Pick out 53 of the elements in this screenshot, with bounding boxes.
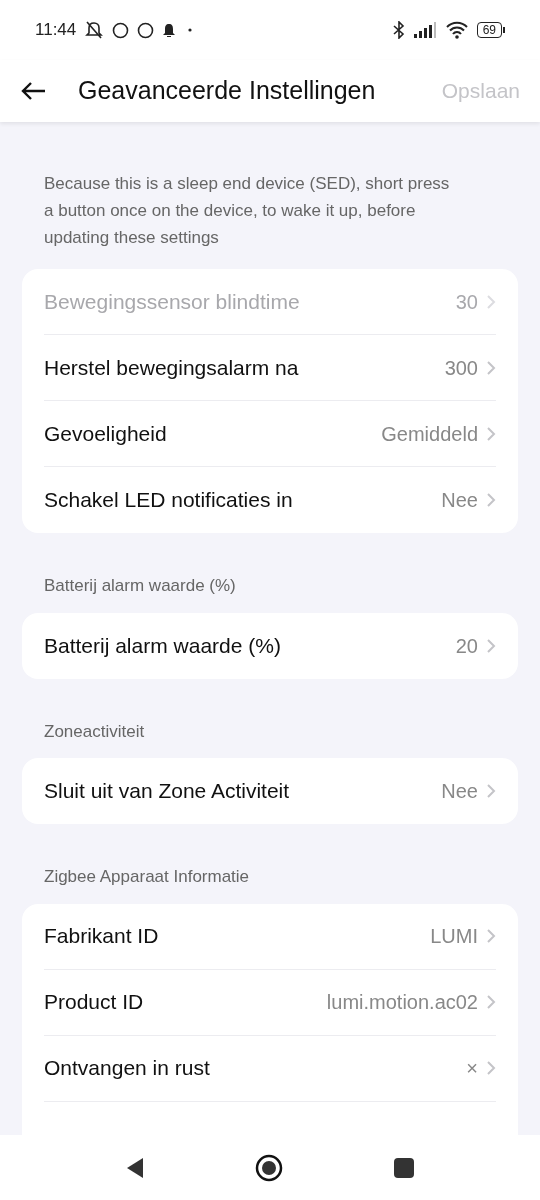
settings-row[interactable]: Herstel bewegingsalarm na 300 [44,335,496,401]
info-text: Because this is a sleep end device (SED), short press a button once on the device, to wake it up, before updating these settings [43,173,451,249]
settings-row[interactable]: Gevoeligheid Gemiddeld [44,401,496,467]
setting-label: Product ID [44,989,144,1016]
chevron-right-icon [486,928,496,944]
setting-label: Gevoeligheid [44,420,167,447]
signal-icon [412,22,437,38]
setting-label: Sluit uit van Zone Activiteit [44,778,290,805]
setting-value: lumi.motion.ac02 [326,990,478,1015]
page-title: Geavanceerde Instellingen [78,75,376,107]
chevron-right-icon [486,492,496,508]
chevron-right-icon [486,425,496,442]
home-nav-icon[interactable] [255,1153,283,1182]
wifi-icon [444,21,469,39]
back-arrow-icon[interactable] [20,81,46,101]
setting-label: Ontvangen in rust [44,1055,210,1082]
chevron-right-icon [486,359,496,376]
bell-icon [162,22,177,38]
recents-nav-icon[interactable] [393,1156,415,1179]
settings-row[interactable]: Batterij alarm waarde (%) 20 [44,612,496,679]
setting-value: × [466,1056,478,1081]
setting-label: Fabrikant ID [44,923,159,950]
settings-row[interactable]: Schakel LED notificaties in Nee [44,467,496,533]
circle-icon [137,21,155,39]
chevron-right-icon [486,1060,496,1076]
settings-row[interactable]: Fabrikant ID LUMI [44,903,496,970]
settings-row[interactable]: Ontvangen in rust × [44,1035,496,1102]
setting-value: Gemiddeld [381,421,478,447]
setting-value: Nee [441,779,478,804]
setting-label: Bewegingssensor blindtime [44,288,300,315]
chevron-right-icon [486,293,496,310]
clock: 11:44 [35,19,77,42]
setting-label: Batterij alarm waarde (%) [44,632,281,659]
circle-icon [112,21,130,39]
muted-bell-icon [84,21,105,39]
back-nav-icon[interactable] [125,1156,145,1179]
section-header: Zoneactiviteit [43,720,146,743]
settings-row[interactable]: Product ID lumi.motion.ac02 [44,969,496,1036]
setting-label: Schakel LED notificaties in [44,487,293,514]
chevron-right-icon [486,783,496,799]
chevron-right-icon [486,994,496,1010]
bluetooth-icon [392,21,405,39]
section-header: Zigbee Apparaat Informatie [43,866,251,888]
battery-indicator: 69 [476,22,505,38]
chevron-right-icon [486,637,496,654]
setting-value: 20 [455,633,478,659]
setting-value: Nee [441,488,478,513]
settings-row[interactable]: Sluit uit van Zone Activiteit Nee [44,758,496,824]
setting-value: LUMI [430,924,478,949]
section-header: Batterij alarm waarde (%) [43,575,237,597]
setting-label: Herstel bewegingsalarm na [44,354,299,381]
setting-value: 30 [455,289,478,315]
setting-value: 300 [444,355,478,381]
